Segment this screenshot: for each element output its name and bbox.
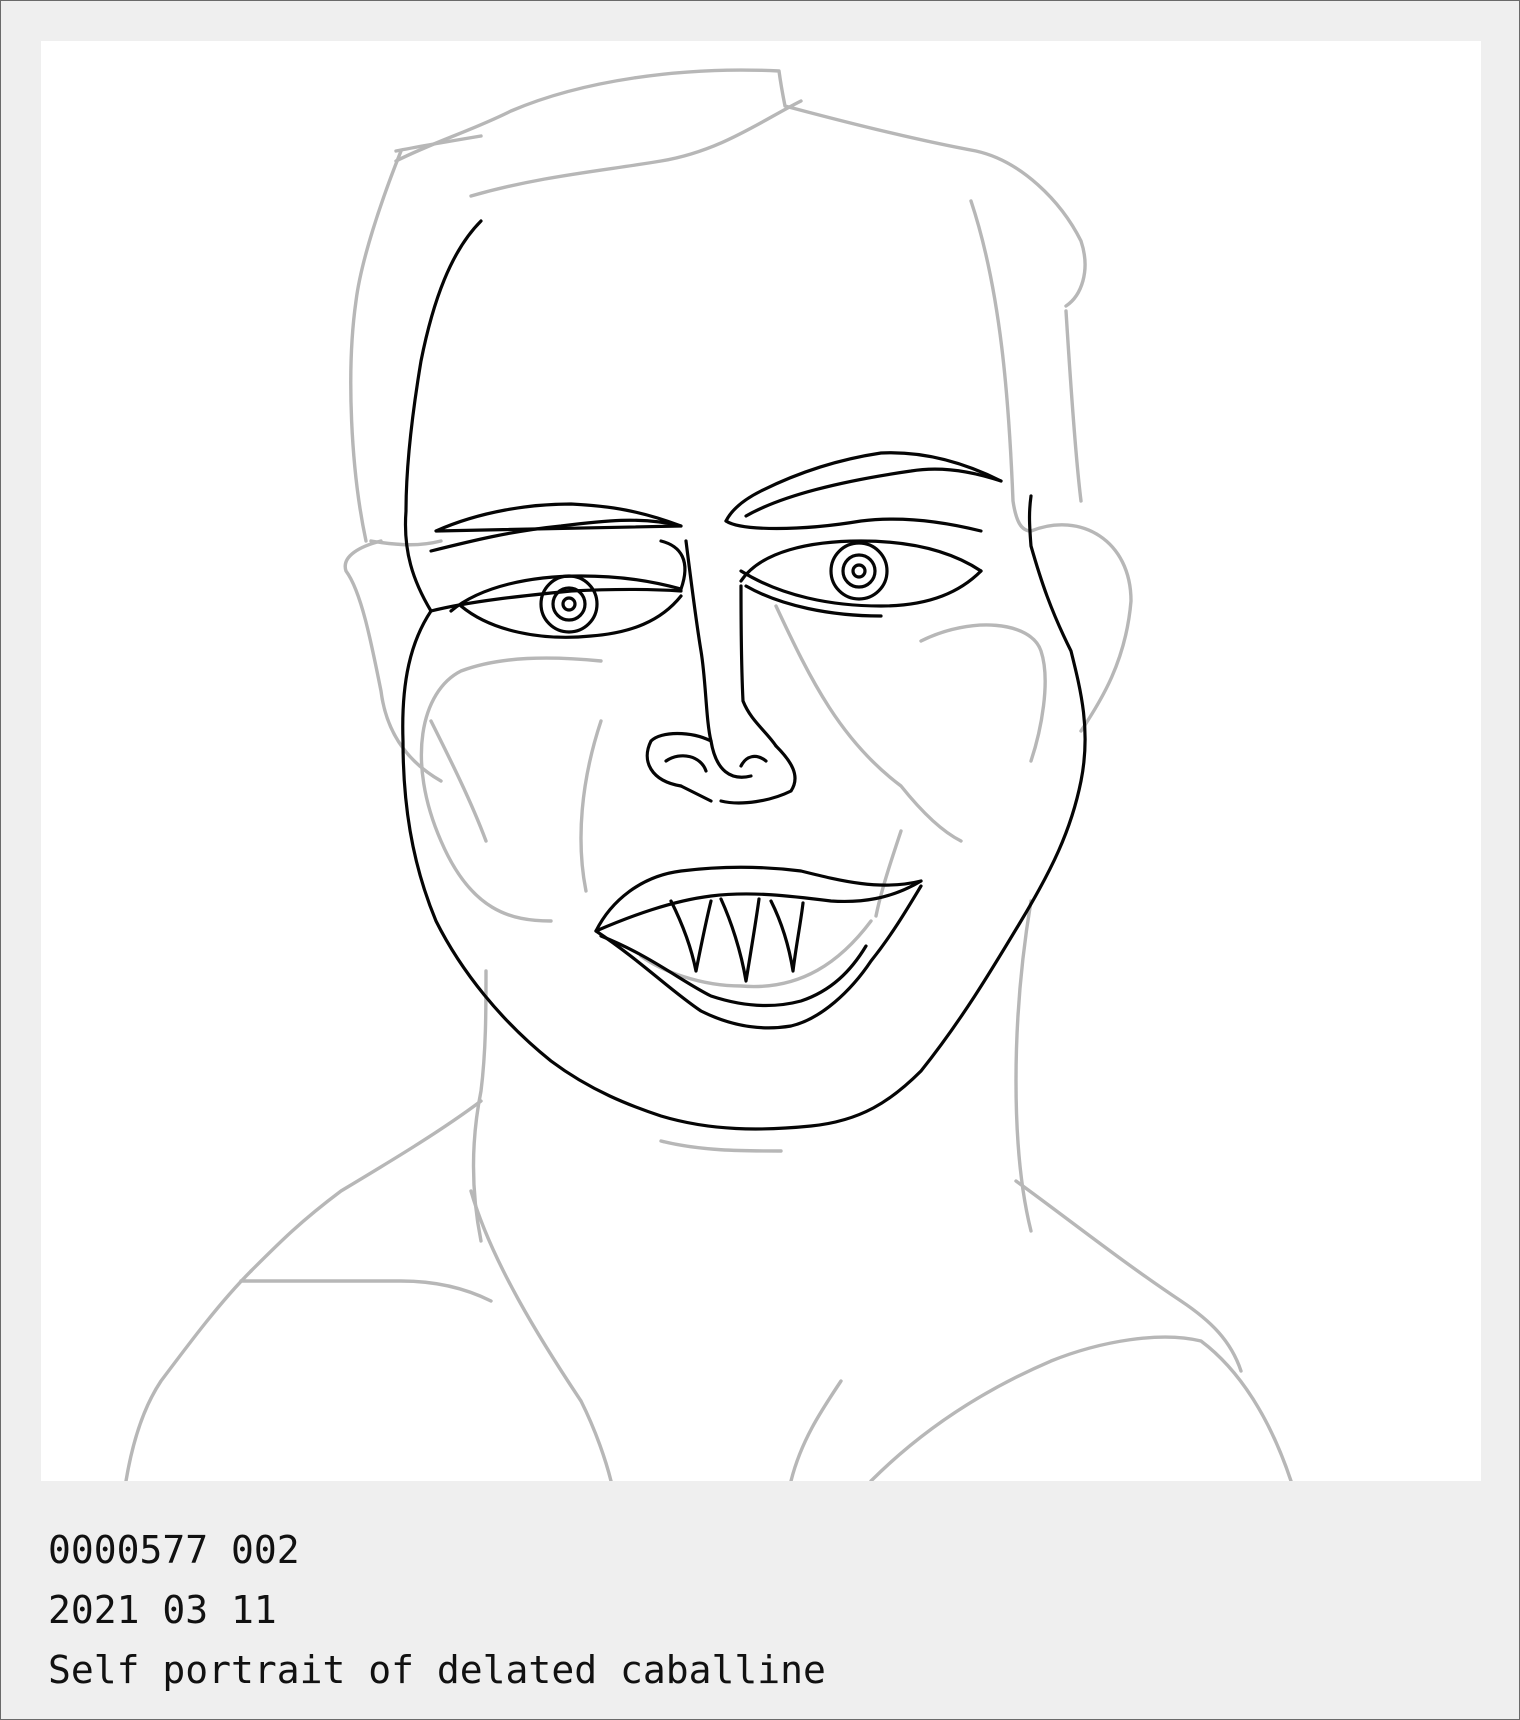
sketch-lines (124, 68, 1293, 1481)
cheek-left (419, 656, 603, 923)
face-side-sketch (969, 199, 1133, 733)
portrait-card: 0000577 002 2021 03 11 Self portrait of … (0, 0, 1520, 1720)
fang-2 (719, 897, 761, 983)
portrait-drawing (41, 41, 1481, 1481)
left-pupil (561, 596, 577, 612)
date-label: 2021 03 11 (48, 1588, 277, 1632)
right-eyebrow (744, 467, 1003, 518)
fang-3 (769, 899, 805, 973)
line-drawing-svg (124, 68, 1293, 1481)
cheek-right (919, 623, 1047, 763)
right-pupil (851, 563, 867, 579)
ink-lines (401, 219, 1087, 1131)
left-eyebrow (429, 518, 683, 553)
left-ear-sketch (343, 539, 443, 783)
shirt-collar-right (869, 1335, 1293, 1481)
fang-1 (669, 899, 713, 973)
artwork-title: Self portrait of delated caballine (48, 1648, 826, 1692)
face-outline (403, 219, 483, 613)
left-iris (539, 574, 599, 634)
right-iris (829, 541, 889, 601)
shirt-collar-left (469, 1189, 613, 1481)
nostril-left (664, 754, 708, 773)
nostril-right (739, 754, 768, 768)
caption-block: 0000577 002 2021 03 11 Self portrait of … (48, 1520, 1468, 1700)
catalog-number: 0000577 002 (48, 1528, 300, 1572)
